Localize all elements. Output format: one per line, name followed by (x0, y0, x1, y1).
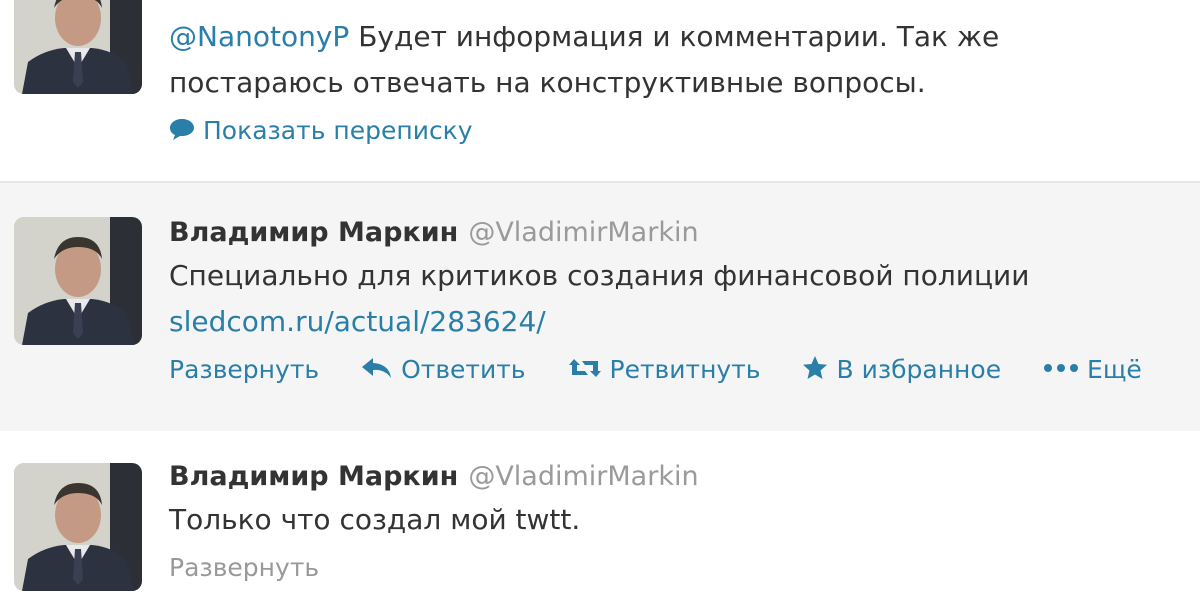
author-name[interactable]: Владимир Маркин (169, 217, 458, 248)
avatar[interactable] (14, 463, 142, 591)
tweet-link[interactable]: sledcom.ru/actual/283624/ (169, 305, 546, 338)
more-label: Ещё (1087, 355, 1142, 384)
avatar[interactable] (14, 0, 142, 94)
tweet-item[interactable]: Владимир Маркин @VladimirMarkin Специальн… (0, 181, 1200, 433)
star-icon (803, 356, 828, 379)
tweet-header: Владимир Маркин @VladimirMarkin (169, 213, 1200, 253)
favorite-button[interactable]: В избранное (802, 350, 1001, 390)
tweet-actions: Развернуть Ответить Ретвитнуть В избранн… (169, 349, 1200, 389)
show-conversation-button[interactable]: Показать переписку (169, 111, 473, 151)
tweet-actions: Развернуть (169, 547, 1200, 587)
author-handle[interactable]: @VladimirMarkin (468, 461, 698, 492)
retweet-icon (568, 359, 601, 377)
tweet-actions: Показать переписку (169, 110, 1200, 150)
reply-icon (362, 358, 392, 378)
author-handle[interactable]: @VladimirMarkin (468, 217, 698, 248)
tweet-header: Владимир Маркин @VladimirMarkin (169, 457, 1200, 497)
expand-button[interactable]: Развернуть (169, 350, 319, 390)
more-button[interactable]: Ещё (1043, 350, 1142, 390)
tweet-item[interactable]: @NanotonyP Будет информация и комментари… (0, 0, 1200, 180)
retweet-button[interactable]: Ретвитнуть (568, 350, 761, 390)
show-conversation-label: Показать переписку (203, 116, 473, 145)
avatar[interactable] (14, 217, 142, 345)
expand-label: Развернуть (169, 355, 320, 384)
favorite-label: В избранное (836, 355, 1002, 384)
tweet-text: @NanotonyP Будет информация и комментари… (169, 14, 1200, 60)
tweet-text-line: sledcom.ru/actual/283624/ (169, 299, 1200, 345)
tweet-text-part: Будет информация и комментарии. Так же (349, 20, 1000, 53)
tweet-item[interactable]: Владимир Маркин @VladimirMarkin Только чт… (0, 431, 1200, 600)
reply-button[interactable]: Ответить (361, 350, 526, 390)
tweet-text: Только что создал мой twtt. (169, 503, 581, 536)
expand-button[interactable]: Развернуть (169, 548, 319, 588)
mention-link[interactable]: @NanotonyP (169, 20, 349, 53)
tweet-text-line: постараюсь отвечать на конструктивные во… (169, 66, 926, 99)
tweet-text: Специально для критиков создания финансо… (169, 259, 1030, 292)
retweet-label: Ретвитнуть (609, 355, 761, 384)
speech-bubble-icon (170, 119, 194, 140)
reply-label: Ответить (401, 355, 526, 384)
author-name[interactable]: Владимир Маркин (169, 461, 458, 492)
expand-label: Развернуть (169, 553, 320, 582)
more-dots-icon (1044, 364, 1079, 372)
